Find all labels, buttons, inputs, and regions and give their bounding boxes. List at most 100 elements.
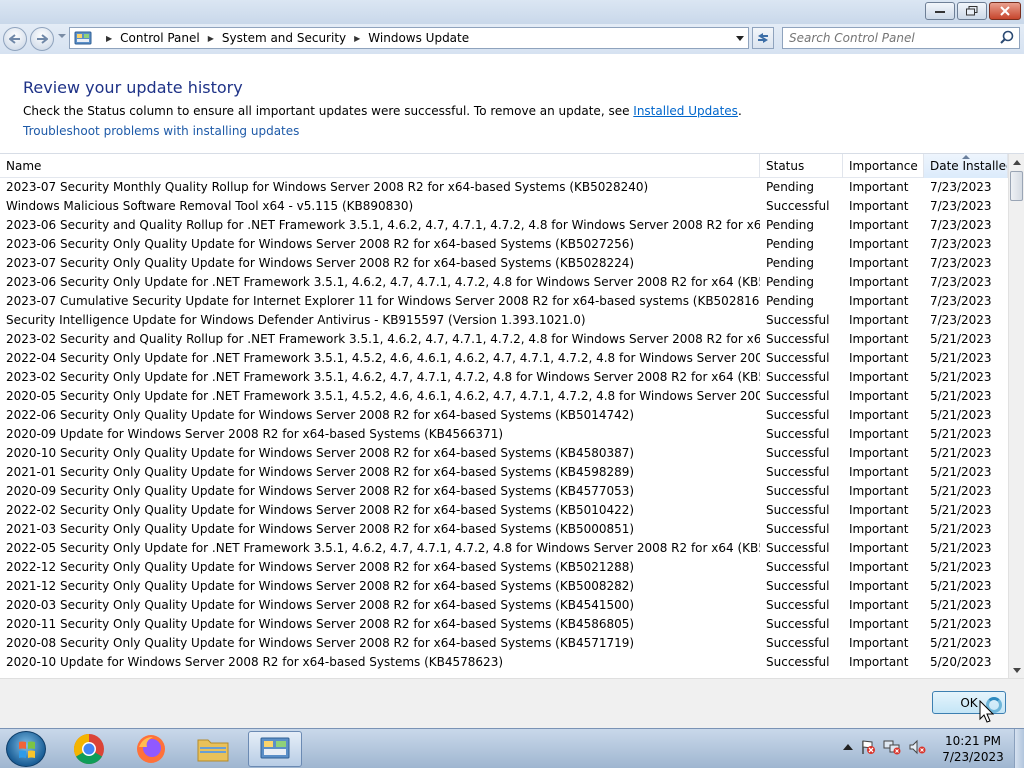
update-importance-cell: Important <box>849 351 909 365</box>
table-row[interactable]: 2022-06 Security Only Quality Update for… <box>0 406 1008 425</box>
table-row[interactable]: 2022-04 Security Only Update for .NET Fr… <box>0 349 1008 368</box>
firefox-icon[interactable] <box>124 731 178 767</box>
installed-updates-link[interactable]: Installed Updates <box>633 104 738 118</box>
update-importance-cell: Important <box>849 313 909 327</box>
update-name-cell: 2022-06 Security Only Quality Update for… <box>6 408 635 422</box>
table-row[interactable]: Windows Malicious Software Removal Tool … <box>0 197 1008 216</box>
crumb-chevron-icon[interactable]: ▶ <box>354 34 360 43</box>
volume-muted-icon[interactable] <box>908 739 926 755</box>
crumb-chevron-icon[interactable]: ▶ <box>106 34 112 43</box>
crumb-chevron-icon[interactable]: ▶ <box>208 34 214 43</box>
update-status-cell: Successful <box>766 465 830 479</box>
back-button[interactable] <box>3 27 27 51</box>
table-row[interactable]: 2023-07 Cumulative Security Update for I… <box>0 292 1008 311</box>
show-hidden-icons-icon[interactable] <box>843 743 853 751</box>
table-row[interactable]: Security Intelligence Update for Windows… <box>0 311 1008 330</box>
page-description: Check the Status column to ensure all im… <box>23 104 742 118</box>
update-importance-cell: Important <box>849 256 909 270</box>
table-row[interactable]: 2020-05 Security Only Update for .NET Fr… <box>0 387 1008 406</box>
search-icon[interactable] <box>998 29 1016 47</box>
column-header-status[interactable]: Status <box>760 154 843 178</box>
update-status-cell: Pending <box>766 294 814 308</box>
chrome-logo-icon <box>73 734 104 765</box>
table-row[interactable]: 2023-07 Security Monthly Quality Rollup … <box>0 178 1008 197</box>
update-status-cell: Successful <box>766 351 830 365</box>
update-name-cell: 2023-06 Security Only Quality Update for… <box>6 237 635 251</box>
table-row[interactable]: 2020-10 Security Only Quality Update for… <box>0 444 1008 463</box>
crumb-control-panel[interactable]: Control Panel <box>120 31 200 45</box>
scroll-up-button[interactable] <box>1009 154 1024 170</box>
update-status-cell: Pending <box>766 275 814 289</box>
explorer-folder-icon[interactable] <box>186 731 240 767</box>
list-header: Name Status Importance Date Installed <box>0 154 1008 178</box>
update-date-cell: 5/21/2023 <box>930 427 992 441</box>
table-row[interactable]: 2023-02 Security and Quality Rollup for … <box>0 330 1008 349</box>
update-status-cell: Successful <box>766 199 830 213</box>
table-row[interactable]: 2023-06 Security Only Update for .NET Fr… <box>0 273 1008 292</box>
close-button[interactable] <box>989 2 1021 20</box>
action-center-flag-icon[interactable] <box>860 739 876 755</box>
table-row[interactable]: 2020-03 Security Only Quality Update for… <box>0 596 1008 615</box>
vertical-scrollbar[interactable] <box>1008 154 1024 678</box>
table-row[interactable]: 2022-05 Security Only Update for .NET Fr… <box>0 539 1008 558</box>
table-row[interactable]: 2021-03 Security Only Quality Update for… <box>0 520 1008 539</box>
column-header-importance[interactable]: Importance <box>843 154 924 178</box>
crumb-system-and-security[interactable]: System and Security <box>222 31 346 45</box>
crumb-windows-update[interactable]: Windows Update <box>368 31 469 45</box>
chrome-icon[interactable] <box>62 731 116 767</box>
clock-time: 10:21 PM <box>945 734 1001 748</box>
scroll-down-button[interactable] <box>1009 662 1024 678</box>
column-header-date-installed[interactable]: Date Installed <box>924 154 1008 178</box>
table-row[interactable]: 2021-12 Security Only Quality Update for… <box>0 577 1008 596</box>
troubleshoot-link[interactable]: Troubleshoot problems with installing up… <box>23 124 299 138</box>
update-date-cell: 7/23/2023 <box>930 180 992 194</box>
system-clock[interactable]: 10:21 PM 7/23/2023 <box>930 733 1016 765</box>
table-row[interactable]: 2020-11 Security Only Quality Update for… <box>0 615 1008 634</box>
table-row[interactable]: 2020-09 Security Only Quality Update for… <box>0 482 1008 501</box>
refresh-button[interactable] <box>752 27 774 49</box>
column-header-name[interactable]: Name <box>0 154 760 178</box>
recent-pages-dropdown[interactable] <box>58 34 66 38</box>
table-row[interactable]: 2020-08 Security Only Quality Update for… <box>0 634 1008 653</box>
table-row[interactable]: 2020-10 Update for Windows Server 2008 R… <box>0 653 1008 672</box>
update-name-cell: 2022-12 Security Only Quality Update for… <box>6 560 635 574</box>
update-status-cell: Pending <box>766 256 814 270</box>
update-importance-cell: Important <box>849 636 909 650</box>
search-input[interactable] <box>789 31 998 45</box>
control-panel-taskbar-button[interactable] <box>248 731 302 767</box>
network-icon[interactable] <box>883 739 901 755</box>
start-orb-icon[interactable] <box>6 731 46 767</box>
update-name-cell: 2021-01 Security Only Quality Update for… <box>6 465 635 479</box>
update-importance-cell: Important <box>849 484 909 498</box>
update-name-cell: 2020-10 Update for Windows Server 2008 R… <box>6 655 504 669</box>
update-date-cell: 5/21/2023 <box>930 408 992 422</box>
taskbar: 10:21 PM 7/23/2023 <box>0 728 1024 768</box>
update-importance-cell: Important <box>849 275 909 289</box>
refresh-icon <box>758 33 768 43</box>
table-row[interactable]: 2023-06 Security and Quality Rollup for … <box>0 216 1008 235</box>
show-desktop-button[interactable] <box>1014 729 1024 768</box>
update-status-cell: Successful <box>766 636 830 650</box>
list-rows: 2023-07 Security Monthly Quality Rollup … <box>0 178 1008 678</box>
address-bar[interactable]: ▶ Control Panel ▶ System and Security ▶ … <box>69 27 749 49</box>
table-row[interactable]: 2022-02 Security Only Quality Update for… <box>0 501 1008 520</box>
table-row[interactable]: 2021-01 Security Only Quality Update for… <box>0 463 1008 482</box>
search-box[interactable] <box>782 27 1020 49</box>
scrollbar-thumb[interactable] <box>1010 171 1023 201</box>
minimize-button[interactable] <box>925 2 955 20</box>
table-row[interactable]: 2020-09 Update for Windows Server 2008 R… <box>0 425 1008 444</box>
update-status-cell: Successful <box>766 579 830 593</box>
table-row[interactable]: 2023-07 Security Only Quality Update for… <box>0 254 1008 273</box>
update-status-cell: Successful <box>766 427 830 441</box>
update-status-cell: Successful <box>766 370 830 384</box>
update-date-cell: 7/23/2023 <box>930 313 992 327</box>
table-row[interactable]: 2023-06 Security Only Quality Update for… <box>0 235 1008 254</box>
page-title: Review your update history <box>23 78 243 97</box>
address-dropdown-icon[interactable] <box>736 36 744 41</box>
dialog-footer: OK <box>0 678 1024 728</box>
maximize-button[interactable] <box>957 2 987 20</box>
forward-button[interactable] <box>30 27 54 51</box>
table-row[interactable]: 2022-12 Security Only Quality Update for… <box>0 558 1008 577</box>
update-status-cell: Successful <box>766 503 830 517</box>
table-row[interactable]: 2023-02 Security Only Update for .NET Fr… <box>0 368 1008 387</box>
